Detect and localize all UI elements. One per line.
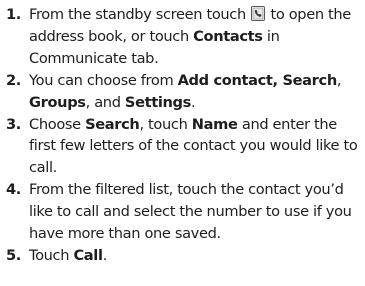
step-text: Choose	[29, 115, 86, 133]
step-4: 4. From the filtered list, touch the cont…	[6, 179, 362, 245]
step-keyword: Groups	[29, 93, 86, 111]
step-text: , and	[85, 93, 125, 111]
step-keyword: Contacts	[193, 27, 263, 45]
step-keyword: Call	[73, 246, 103, 264]
step-keyword: Settings	[124, 93, 191, 111]
step-1: 1. From the standby screen touch to open …	[6, 4, 362, 70]
phonebook-icon	[251, 6, 266, 21]
step-number: 1.	[6, 6, 21, 23]
step-number: 5.	[6, 246, 21, 264]
step-text: From the standby screen touch	[29, 6, 251, 23]
step-text: You can choose from	[29, 71, 178, 89]
step-text: .	[102, 246, 108, 264]
step-text: ,	[336, 71, 342, 89]
step-text: From the filtered list, touch the contac…	[29, 181, 352, 243]
step-2: 2. You can choose from Add contact, Searc…	[6, 70, 362, 114]
step-keyword: Search	[85, 115, 140, 133]
step-keyword: Name	[191, 115, 238, 133]
step-number: 2.	[6, 71, 21, 89]
step-keyword: Add contact, Search	[177, 71, 338, 89]
step-text: .	[191, 93, 196, 111]
step-number: 4.	[6, 181, 21, 199]
step-text: , touch	[139, 115, 192, 133]
step-3: 3. Choose Search, touch Name and enter th…	[6, 114, 362, 180]
step-number: 3.	[6, 115, 21, 133]
instruction-steps-list: 1. From the standby screen touch to open …	[6, 4, 362, 267]
step-text: Touch	[29, 246, 74, 264]
step-5: 5. Touch Call.	[6, 245, 362, 267]
